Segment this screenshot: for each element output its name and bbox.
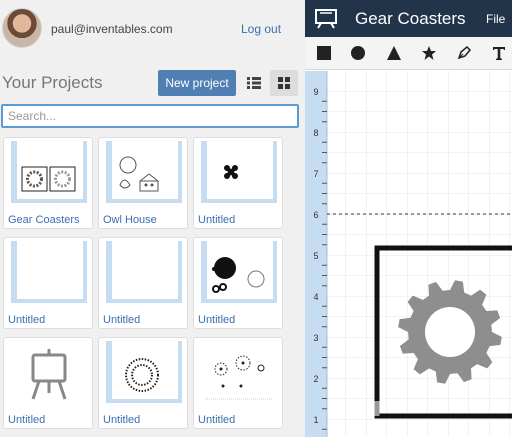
ruler-label: 8	[313, 128, 318, 138]
logout-link[interactable]: Log out	[241, 22, 281, 36]
design-canvas[interactable]: 9 8 7 6 5 4 3 2 1	[305, 71, 512, 437]
project-name: Owl House	[103, 214, 157, 226]
project-card[interactable]: Untitled	[193, 237, 283, 329]
clover-thumbnail	[201, 141, 277, 203]
project-name: Untitled	[103, 414, 141, 426]
user-email: paul@inventables.com	[51, 22, 173, 36]
project-name: Untitled	[198, 414, 236, 426]
easel-icon	[11, 341, 87, 403]
circle-tool-icon	[351, 46, 365, 60]
pen-tool-button[interactable]	[453, 42, 475, 64]
user-bar: paul@inventables.com Log out	[0, 0, 305, 58]
list-view-button[interactable]	[240, 70, 268, 96]
file-menu[interactable]: File	[486, 12, 505, 26]
project-name: Gear Coasters	[8, 214, 80, 226]
blank-thumbnail	[11, 241, 87, 303]
star-tool-icon	[422, 46, 436, 60]
owl-house-thumbnail	[106, 141, 182, 203]
project-card[interactable]: Untitled	[3, 237, 93, 329]
grid-icon	[278, 77, 290, 89]
document-title[interactable]: Gear Coasters	[355, 9, 466, 29]
square-tool-button[interactable]	[313, 42, 335, 64]
ruler-label: 6	[313, 210, 318, 220]
text-tool-icon	[493, 47, 505, 60]
avatar[interactable]	[2, 8, 42, 48]
pen-tool-icon	[457, 45, 472, 60]
editor-panel: Gear Coasters File 9 8 7 6 5 4 3 2 1	[305, 0, 512, 437]
search-input[interactable]	[1, 104, 299, 128]
ruler-label: 4	[313, 292, 318, 302]
triangle-tool-button[interactable]	[383, 42, 405, 64]
project-card[interactable]: Untitled	[193, 337, 283, 429]
project-card[interactable]: Untitled	[3, 337, 93, 429]
ruler-label: 5	[313, 251, 318, 261]
star-tool-button[interactable]	[418, 42, 440, 64]
ruler-label: 7	[313, 169, 318, 179]
projects-panel: paul@inventables.com Log out Your Projec…	[0, 0, 305, 437]
dots-thumbnail	[201, 241, 277, 303]
square-tool-icon	[317, 46, 331, 60]
text-tool-button[interactable]	[488, 42, 510, 64]
project-card[interactable]: Gear Coasters	[3, 137, 93, 229]
circle-tool-button[interactable]	[347, 42, 369, 64]
project-card[interactable]: Untitled	[193, 137, 283, 229]
project-card[interactable]: Untitled	[98, 237, 188, 329]
blank-thumbnail	[106, 241, 182, 303]
projects-title: Your Projects	[2, 73, 103, 92]
project-name: Untitled	[103, 314, 141, 326]
circles-thumbnail	[201, 341, 277, 403]
ruler-label: 3	[313, 333, 318, 343]
project-card[interactable]: Untitled	[98, 337, 188, 429]
triangle-tool-icon	[387, 46, 401, 60]
list-icon	[247, 77, 261, 89]
projects-toggle-icon[interactable]	[315, 9, 337, 29]
project-card[interactable]: Owl House	[98, 137, 188, 229]
new-project-button[interactable]: New project	[158, 70, 236, 96]
editor-topbar: Gear Coasters File	[305, 0, 512, 37]
shape-toolbar	[305, 37, 512, 70]
ruler-label: 1	[313, 415, 318, 425]
project-name: Untitled	[198, 314, 236, 326]
project-name: Untitled	[8, 414, 46, 426]
project-name: Untitled	[198, 214, 236, 226]
project-name: Untitled	[8, 314, 46, 326]
ruler-label: 2	[313, 374, 318, 384]
gear-coasters-thumbnail	[11, 141, 87, 203]
grid-view-button[interactable]	[270, 70, 298, 96]
rings-thumbnail	[106, 341, 182, 403]
ruler-label: 9	[313, 87, 318, 97]
